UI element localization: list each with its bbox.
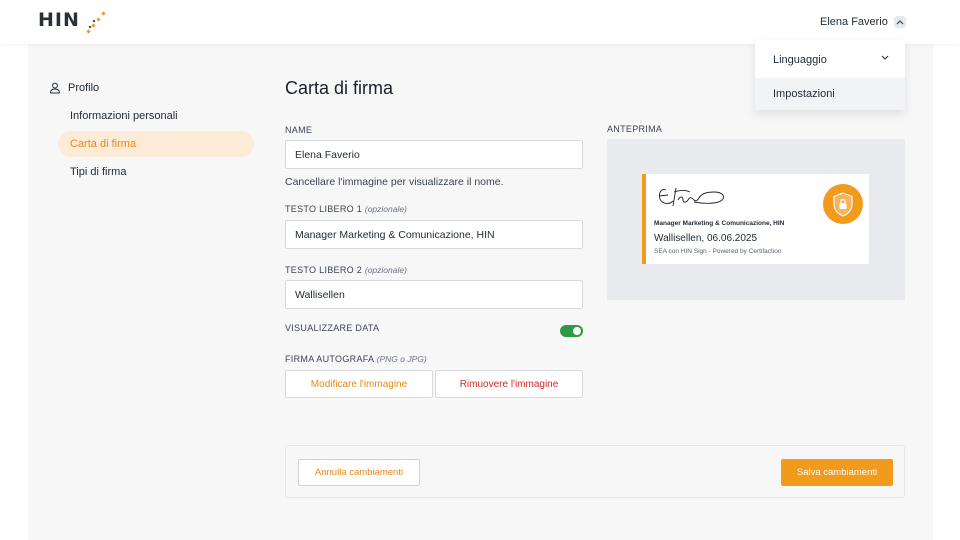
autograph-label-text: FIRMA AUTOGRAFA xyxy=(285,354,374,364)
save-changes-button[interactable]: Salva cambiamenti xyxy=(781,459,893,486)
autograph-formats-note: (PNG o JPG) xyxy=(376,354,427,364)
sidebar-item-signature-card[interactable]: Carta di firma xyxy=(58,131,254,157)
free-text-1-value: Manager Marketing & Comunicazione, HIN xyxy=(295,228,495,241)
free-text-2-label: TESTO LIBERO 2 (opzionale) xyxy=(285,265,407,275)
menu-item-language[interactable]: Linguaggio xyxy=(755,42,905,77)
name-label: NAME xyxy=(285,125,313,135)
sidebar-section-title: Profilo xyxy=(68,82,100,94)
autograph-label: FIRMA AUTOGRAFA (PNG o JPG) xyxy=(285,354,427,364)
optional-note: (opzionale) xyxy=(364,265,407,275)
optional-note: (opzionale) xyxy=(364,204,407,214)
preview-line-3: SEA con HIN Sign - Powered by Certifacti… xyxy=(654,248,782,255)
sidebar-item-signature-types[interactable]: Tipi di firma xyxy=(58,159,254,185)
logo-mark-icon xyxy=(86,11,106,34)
modify-image-button[interactable]: Modificare l'immagine xyxy=(285,370,433,398)
menu-item-label: Linguaggio xyxy=(773,53,827,66)
menu-item-settings[interactable]: Impostazioni xyxy=(755,78,905,110)
shield-lock-icon xyxy=(823,184,863,224)
handwritten-signature-image xyxy=(658,187,725,207)
chevron-up-icon[interactable] xyxy=(893,16,906,28)
free-text-2-label-text: TESTO LIBERO 2 xyxy=(285,265,363,275)
preview-label: ANTEPRIMA xyxy=(607,124,663,134)
free-text-2-field[interactable]: Wallisellen xyxy=(285,280,583,309)
sidebar-item-label: Carta di firma xyxy=(70,138,137,150)
show-date-toggle[interactable] xyxy=(560,325,583,337)
menu-item-label: Impostazioni xyxy=(773,88,835,100)
sidebar-item-label: Tipi di firma xyxy=(70,166,127,178)
user-icon xyxy=(50,82,60,94)
hin-logo[interactable]: HIN xyxy=(38,9,108,35)
page-title: Carta di firma xyxy=(285,78,394,98)
free-text-1-label-text: TESTO LIBERO 1 xyxy=(285,204,363,214)
user-dropdown-menu: Linguaggio Impostazioni xyxy=(755,40,905,110)
name-field-value: Elena Faverio xyxy=(295,148,360,161)
cancel-changes-button[interactable]: Annulla cambiamenti xyxy=(298,459,420,486)
free-text-1-label: TESTO LIBERO 1 (opzionale) xyxy=(285,204,407,214)
free-text-1-field[interactable]: Manager Marketing & Comunicazione, HIN xyxy=(285,220,583,249)
preview-line-2: Wallisellen, 06.06.2025 xyxy=(654,233,758,244)
toggle-knob xyxy=(573,327,581,335)
free-text-2-value: Wallisellen xyxy=(295,288,345,301)
user-name: Elena Faverio xyxy=(820,16,888,28)
name-field[interactable]: Elena Faverio xyxy=(285,140,583,169)
form-actions-bar: Annulla cambiamenti Salva cambiamenti xyxy=(285,445,905,498)
sidebar-item-label: Informazioni personali xyxy=(70,110,178,122)
chevron-down-icon xyxy=(881,55,889,60)
signature-card-preview: Manager Marketing & Comunicazione, HIN W… xyxy=(642,174,869,264)
sidebar-section-profile: Profilo xyxy=(49,82,99,94)
top-bar: HIN Elena Faverio xyxy=(0,0,960,44)
user-menu-toggle[interactable]: Elena Faverio xyxy=(820,16,906,28)
name-hint: Cancellare l'immagine per visualizzare i… xyxy=(285,176,504,188)
logo-text: HIN xyxy=(38,9,80,31)
sidebar-item-personal-info[interactable]: Informazioni personali xyxy=(58,103,254,129)
remove-image-button[interactable]: Rimuovere l'immagine xyxy=(435,370,583,398)
preview-line-1: Manager Marketing & Comunicazione, HIN xyxy=(654,220,785,227)
show-date-label: VISUALIZZARE DATA xyxy=(285,323,380,333)
